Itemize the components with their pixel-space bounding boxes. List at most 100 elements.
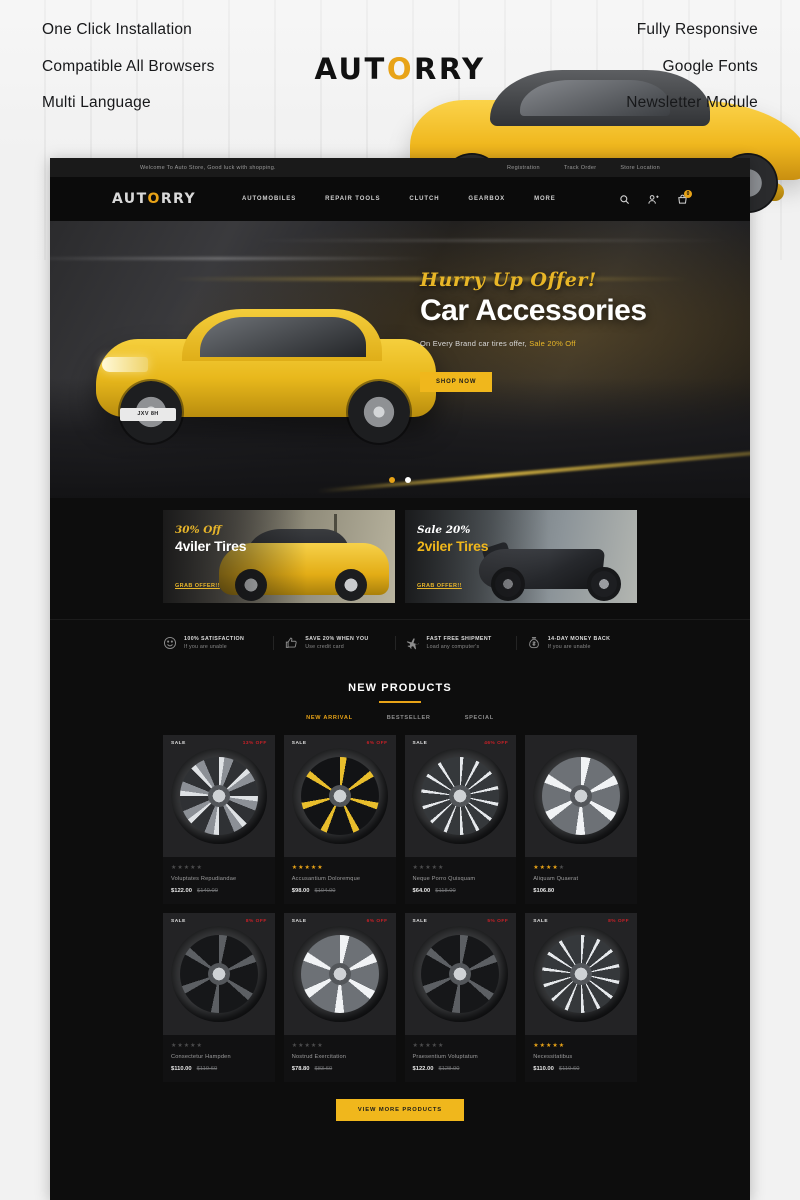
nav-item-more[interactable]: MORE: [534, 196, 556, 202]
product-info: ★★★★★ Praesentium Voluptatum $122.00 $128…: [405, 1035, 517, 1082]
product-card[interactable]: SALE 8% OFF ★★★★★ Consectetur Hampden $1…: [163, 913, 275, 1082]
product-name[interactable]: Consectetur Hampden: [171, 1054, 267, 1060]
service-satisfaction-text: 100% SATISFACTION If you are unable: [184, 636, 244, 650]
promo-banner-row: 30% Off 4viler Tires GRAB OFFER!! Sale 2…: [50, 498, 750, 619]
promo-feature-language: Multi Language: [42, 94, 151, 111]
wheel-rim-graphic: [412, 748, 509, 844]
discount-badge: 6% OFF: [366, 741, 388, 746]
tab-special[interactable]: SPECIAL: [465, 715, 494, 721]
product-badges: SALE 6% OFF: [284, 913, 396, 930]
main-navigation-bar: AUTORRY AUTOMOBILES REPAIR TOOLS CLUTCH …: [50, 177, 750, 221]
product-price: $98.00 $104.00: [292, 888, 388, 894]
brand-logo-pre: AUT: [314, 52, 387, 86]
nav-item-clutch[interactable]: CLUTCH: [409, 196, 439, 202]
product-card[interactable]: SALE 8% OFF ★★★★★ Necessitatibus $110.00…: [525, 913, 637, 1082]
product-image: SALE 6% OFF: [283, 913, 396, 1035]
nav-item-gearbox[interactable]: GEARBOX: [468, 196, 505, 202]
tab-new-arrival[interactable]: NEW ARRIVAL: [306, 715, 353, 721]
tab-bestseller[interactable]: BESTSELLER: [387, 715, 431, 721]
nav-item-automobiles[interactable]: AUTOMOBILES: [242, 196, 296, 202]
topbar-link-store-location[interactable]: Store Location: [620, 165, 660, 171]
sale-badge: SALE: [533, 919, 549, 924]
hero-slider[interactable]: JXV 8H Hurry Up Offer! Car Accessories O…: [50, 221, 750, 498]
product-info: ★★★★★ Neque Porro Quisquam $64.00 $118.00: [405, 857, 517, 904]
product-card[interactable]: SALE 6% OFF ★★★★★ Nostrud Exercitation $…: [283, 913, 396, 1082]
product-grid-row-2: SALE 8% OFF ★★★★★ Consectetur Hampden $1…: [163, 913, 637, 1082]
discount-badge: 13% OFF: [242, 741, 267, 746]
product-image: SALE 8% OFF: [163, 913, 275, 1035]
product-card[interactable]: ★★★★★ Aliquam Quaerat $106.80: [525, 735, 637, 904]
product-grid-row-1: SALE 13% OFF ★★★★★ Voluptates Repudianda…: [163, 735, 637, 904]
product-badges: SALE 5% OFF: [405, 913, 517, 930]
product-name[interactable]: Aliquam Quaerat: [533, 876, 629, 882]
topbar-link-registration[interactable]: Registration: [507, 165, 540, 171]
cart-count-badge: 0: [684, 189, 692, 198]
hero-kicker: Hurry Up Offer!: [420, 269, 597, 291]
cart-icon[interactable]: 0: [677, 189, 692, 205]
product-rating: ★★★★★: [291, 1043, 324, 1049]
discount-badge: 46% OFF: [484, 741, 509, 746]
site-logo[interactable]: AUTORRY: [112, 191, 196, 207]
product-filter-tabs: NEW ARRIVAL BESTSELLER SPECIAL: [163, 715, 637, 721]
product-card[interactable]: SALE 6% OFF ★★★★★ Accusantium Doloremque…: [283, 735, 396, 904]
promo-banner-2viler-tires[interactable]: Sale 20% 2viler Tires GRAB OFFER!!: [405, 510, 637, 603]
product-price-current: $110.00: [533, 1066, 554, 1072]
hero-car-windows: [200, 317, 366, 357]
service-money-back-text: 14-DAY MONEY BACK If you are unable: [548, 636, 611, 650]
hero-dot-2[interactable]: [405, 477, 412, 483]
hero-car-headlight: [102, 357, 148, 372]
brand-logo-post: RRY: [413, 52, 486, 86]
product-price-current: $98.00: [291, 888, 310, 894]
promo-banner-1-title: 4viler Tires: [175, 538, 247, 554]
user-add-icon[interactable]: [648, 194, 659, 205]
product-price-current: $106.80: [533, 888, 555, 894]
top-utility-bar: Welcome To Auto Store, Good luck with sh…: [50, 158, 750, 177]
shop-now-button[interactable]: SHOP NOW: [420, 371, 493, 392]
product-price: $64.00 $118.00: [413, 888, 509, 894]
discount-badge: 8% OFF: [245, 919, 267, 924]
product-price-current: $64.00: [412, 888, 431, 894]
promo-banner-4viler-tires[interactable]: 30% Off 4viler Tires GRAB OFFER!!: [163, 510, 395, 603]
hero-copy-block: Hurry Up Offer! Car Accessories On Every…: [420, 269, 720, 392]
product-rating: ★★★★★: [533, 865, 566, 871]
product-card[interactable]: SALE 13% OFF ★★★★★ Voluptates Repudianda…: [163, 735, 275, 904]
topbar-link-track-order[interactable]: Track Order: [564, 165, 596, 171]
service-satisfaction: 100% SATISFACTION If you are unable: [163, 636, 273, 650]
product-image: SALE 13% OFF: [163, 735, 275, 857]
hero-car-rear-wheel: [348, 381, 410, 443]
product-image: SALE 5% OFF: [404, 913, 517, 1035]
welcome-message: Welcome To Auto Store, Good luck with sh…: [140, 164, 276, 171]
product-name[interactable]: Neque Porro Quisquam: [413, 876, 509, 882]
product-name[interactable]: Voluptates Repudiandae: [171, 876, 267, 882]
promo-banner-2-kicker: Sale 20%: [417, 524, 471, 536]
smiley-icon: [163, 636, 177, 650]
view-more-products-button[interactable]: VIEW MORE PRODUCTS: [335, 1099, 465, 1121]
service-save-20: SAVE 20% WHEN YOU Use credit card: [273, 636, 394, 650]
product-card[interactable]: SALE 46% OFF ★★★★★ Neque Porro Quisquam …: [404, 735, 517, 904]
product-price: $122.00 $128.00: [413, 1066, 509, 1072]
search-icon[interactable]: [619, 194, 630, 205]
promo-banner-2-title: 2viler Tires: [417, 538, 489, 554]
product-price: $122.00 $140.00: [171, 888, 267, 894]
product-info: ★★★★★ Accusantium Doloremque $98.00 $104.…: [284, 857, 396, 904]
promo-banner-1-text: 30% Off 4viler Tires: [175, 524, 246, 554]
product-name[interactable]: Praesentium Voluptatum: [413, 1054, 509, 1060]
product-price: $78.80 $83.60: [292, 1066, 388, 1072]
promo-banner-2-link[interactable]: GRAB OFFER!!: [417, 583, 462, 589]
promo-banner-1-link[interactable]: GRAB OFFER!!: [175, 583, 220, 589]
product-name[interactable]: Necessitatibus: [533, 1054, 629, 1060]
plane-icon: [406, 636, 420, 650]
heading-underline: [379, 701, 421, 703]
product-rating: ★★★★★: [412, 865, 445, 871]
product-name[interactable]: Nostrud Exercitation: [292, 1054, 388, 1060]
service-free-shipment-text: FAST FREE SHIPMENT Load any computer's: [427, 636, 492, 650]
product-card[interactable]: SALE 5% OFF ★★★★★ Praesentium Voluptatum…: [404, 913, 517, 1082]
service-satisfaction-sub: If you are unable: [184, 644, 227, 650]
nav-item-repair-tools[interactable]: REPAIR TOOLS: [325, 196, 380, 202]
brand-logo-accent: O: [386, 52, 414, 86]
hero-dot-1[interactable]: [388, 477, 395, 483]
product-badges: SALE 46% OFF: [405, 735, 517, 752]
discount-badge: 8% OFF: [608, 919, 629, 924]
service-free-shipment-sub: Load any computer's: [426, 644, 480, 650]
product-name[interactable]: Accusantium Doloremque: [292, 876, 388, 882]
